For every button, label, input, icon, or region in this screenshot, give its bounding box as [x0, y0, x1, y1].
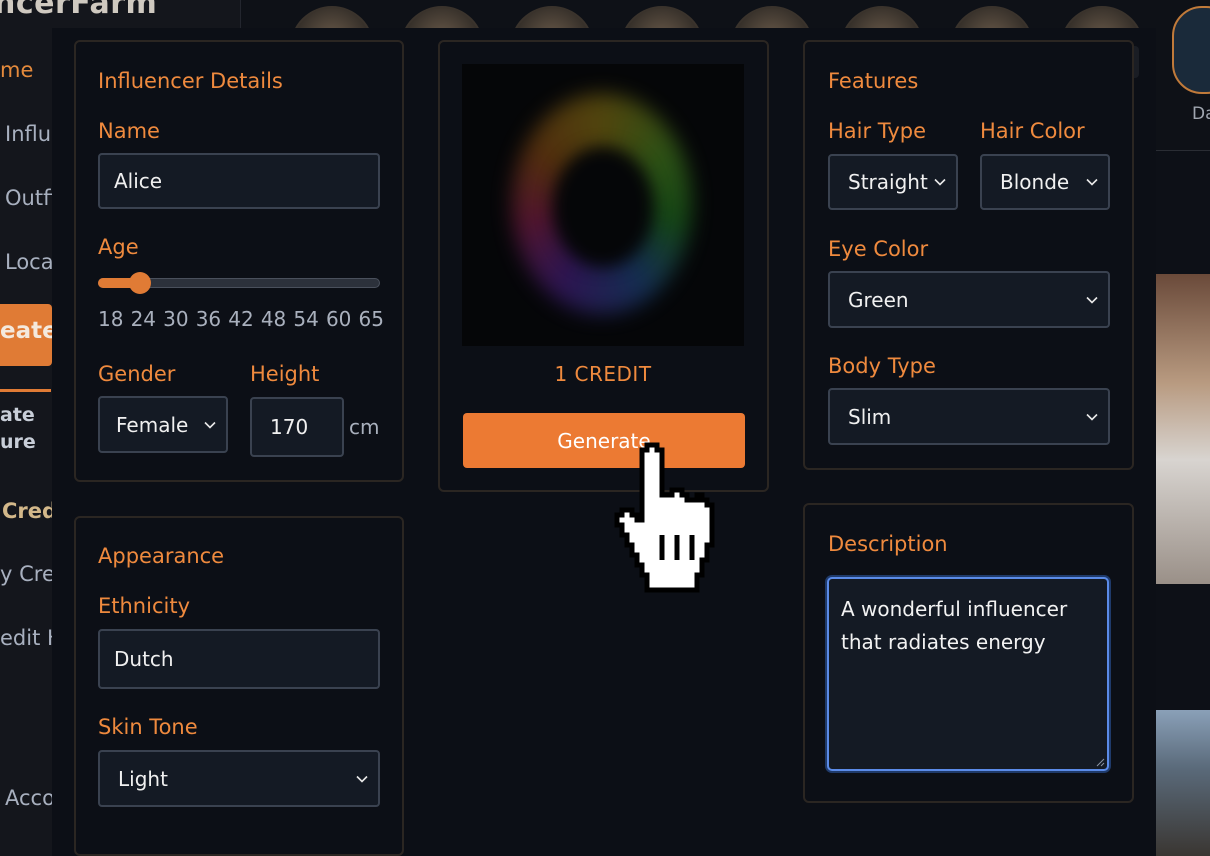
name-input[interactable]: Alice: [98, 153, 380, 209]
age-tick: 60: [325, 307, 352, 331]
sidebar-item-locations[interactable]: Loca: [5, 250, 54, 274]
chevron-down-icon: [1086, 296, 1098, 304]
age-tick: 42: [228, 307, 254, 331]
age-tick: 30: [163, 307, 189, 331]
ethnicity-input[interactable]: Dutch: [98, 629, 380, 689]
age-tick: 54: [293, 307, 319, 331]
sidebar-divider: [0, 389, 51, 392]
header-avatar-broken-image[interactable]: [1172, 6, 1210, 94]
ethnicity-input-value: Dutch: [114, 647, 174, 671]
height-unit: cm: [349, 415, 380, 439]
sidebar-credits-heading: Cred: [2, 499, 58, 523]
sidebar-item-account[interactable]: Acco: [5, 786, 55, 810]
hair-type-select-value: Straight: [848, 170, 928, 194]
chevron-down-icon: [934, 178, 946, 186]
hair-color-select-value: Blonde: [1000, 170, 1070, 194]
skin-tone-select[interactable]: Light: [98, 750, 380, 807]
age-tick: 18: [98, 307, 124, 331]
body-type-select[interactable]: Slim: [828, 388, 1110, 445]
age-tick: 65: [358, 307, 384, 331]
resize-handle-icon[interactable]: [1095, 757, 1105, 767]
gallery-image[interactable]: [1156, 274, 1210, 584]
age-tick: 36: [195, 307, 222, 331]
app-logo: ncerFarm: [0, 0, 158, 21]
age-tick: 48: [260, 307, 287, 331]
sidebar-item-home[interactable]: me: [0, 58, 33, 82]
skin-tone-select-value: Light: [118, 766, 168, 791]
height-input[interactable]: 170: [250, 397, 344, 457]
features-title: Features: [828, 69, 919, 93]
gallery-image[interactable]: [1156, 710, 1210, 856]
sidebar-subitem-line-1: ate: [0, 404, 35, 426]
body-type-label: Body Type: [828, 354, 936, 378]
body-type-select-value: Slim: [848, 404, 892, 429]
ethnicity-label: Ethnicity: [98, 594, 190, 618]
eye-color-select-value: Green: [848, 287, 909, 312]
chevron-down-icon: [204, 421, 216, 429]
sidebar-create-label: eate: [0, 318, 58, 344]
height-input-value: 170: [270, 415, 309, 439]
influencer-details-title: Influencer Details: [98, 69, 283, 93]
header-username-fragment: Da: [1192, 104, 1210, 124]
description-title: Description: [828, 532, 948, 556]
credit-cost: 1 CREDIT: [554, 362, 652, 386]
eye-color-label: Eye Color: [828, 237, 929, 261]
age-label: Age: [98, 235, 139, 259]
name-label: Name: [98, 119, 160, 143]
hair-type-select[interactable]: Straight: [828, 154, 958, 210]
skin-tone-label: Skin Tone: [98, 715, 198, 739]
hand-pointer-cursor-icon: [614, 442, 715, 593]
age-tick-labels: 18 24 30 36 42 48 54 60 65: [98, 307, 384, 331]
appearance-title: Appearance: [98, 544, 225, 568]
gender-select[interactable]: Female: [98, 396, 228, 453]
name-input-value: Alice: [114, 169, 163, 193]
chevron-down-icon: [1086, 178, 1098, 186]
description-textarea[interactable]: A wonderful influencer that radiates ene…: [827, 577, 1109, 771]
preview-image: [462, 64, 744, 346]
sidebar-subitem-line-2: ure: [0, 431, 36, 453]
eye-color-select[interactable]: Green: [828, 271, 1110, 328]
gender-select-value: Female: [116, 412, 189, 437]
height-label: Height: [250, 362, 320, 386]
sidebar-item-buy-credits[interactable]: y Cre: [0, 562, 55, 586]
spinner-center: [552, 146, 654, 268]
gender-label: Gender: [98, 362, 176, 386]
sidebar-item-outfits[interactable]: Outfi: [5, 186, 56, 210]
chevron-down-icon: [356, 775, 368, 783]
hair-color-select[interactable]: Blonde: [980, 154, 1110, 210]
sidebar-item-influencers[interactable]: Influ: [5, 122, 51, 146]
chevron-down-icon: [1086, 413, 1098, 421]
sidebar-subitem-create-picture[interactable]: ate ure: [0, 402, 36, 456]
age-tick: 24: [130, 307, 157, 331]
hair-type-label: Hair Type: [828, 119, 927, 143]
hair-color-label: Hair Color: [980, 119, 1085, 143]
